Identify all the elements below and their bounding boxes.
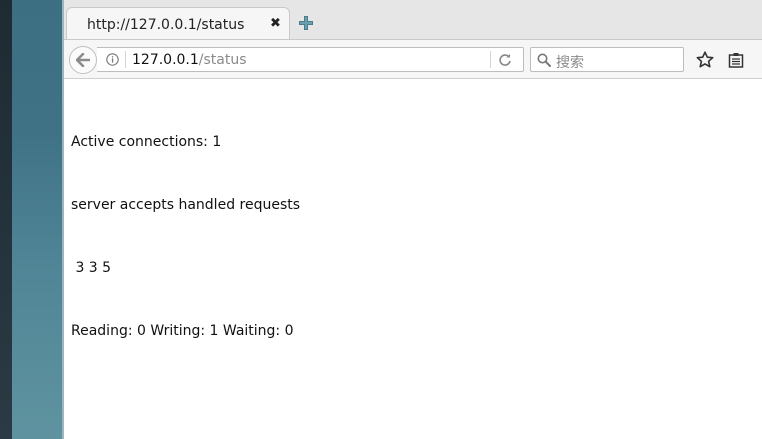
status-line-active-connections: Active connections: 1 <box>71 134 222 150</box>
status-line-counts: 3 3 5 <box>71 260 112 276</box>
status-line-reading-writing: Reading: 0 Writing: 1 Waiting: 0 <box>71 323 294 339</box>
search-bar[interactable]: 搜索 <box>530 47 684 72</box>
status-line-header: server accepts handled requests <box>71 197 301 213</box>
bookmark-star-icon[interactable] <box>696 51 714 69</box>
tab-status[interactable]: http://127.0.0.1/status ✖ <box>66 7 290 40</box>
library-icon[interactable] <box>728 52 744 68</box>
reload-icon[interactable] <box>498 53 512 67</box>
address-separator <box>125 51 126 68</box>
url-path: /status <box>198 52 247 68</box>
page-content: Active connections: 1 server accepts han… <box>64 79 762 439</box>
status-text: Active connections: 1 server accepts han… <box>71 90 300 384</box>
browser-window: http://127.0.0.1/status ✖ 127.0.0.1/stat… <box>64 0 762 439</box>
new-tab-plus-icon[interactable] <box>299 16 313 30</box>
desktop-panel-edge <box>0 0 12 439</box>
tab-bar: http://127.0.0.1/status ✖ <box>64 0 762 40</box>
desktop-background <box>0 0 64 439</box>
info-icon[interactable] <box>106 53 119 66</box>
reload-separator <box>490 51 491 68</box>
url-host: 127.0.0.1 <box>132 52 199 68</box>
close-tab-icon[interactable]: ✖ <box>270 17 281 31</box>
back-arrow-icon <box>76 53 90 67</box>
url-text[interactable]: 127.0.0.1/status <box>132 52 247 68</box>
back-button[interactable] <box>69 46 97 74</box>
navigation-toolbar: 127.0.0.1/status 搜索 <box>64 39 762 79</box>
address-bar[interactable]: 127.0.0.1/status <box>97 47 524 72</box>
tab-title: http://127.0.0.1/status <box>87 17 245 33</box>
search-icon <box>537 53 551 67</box>
search-placeholder: 搜索 <box>556 55 584 71</box>
